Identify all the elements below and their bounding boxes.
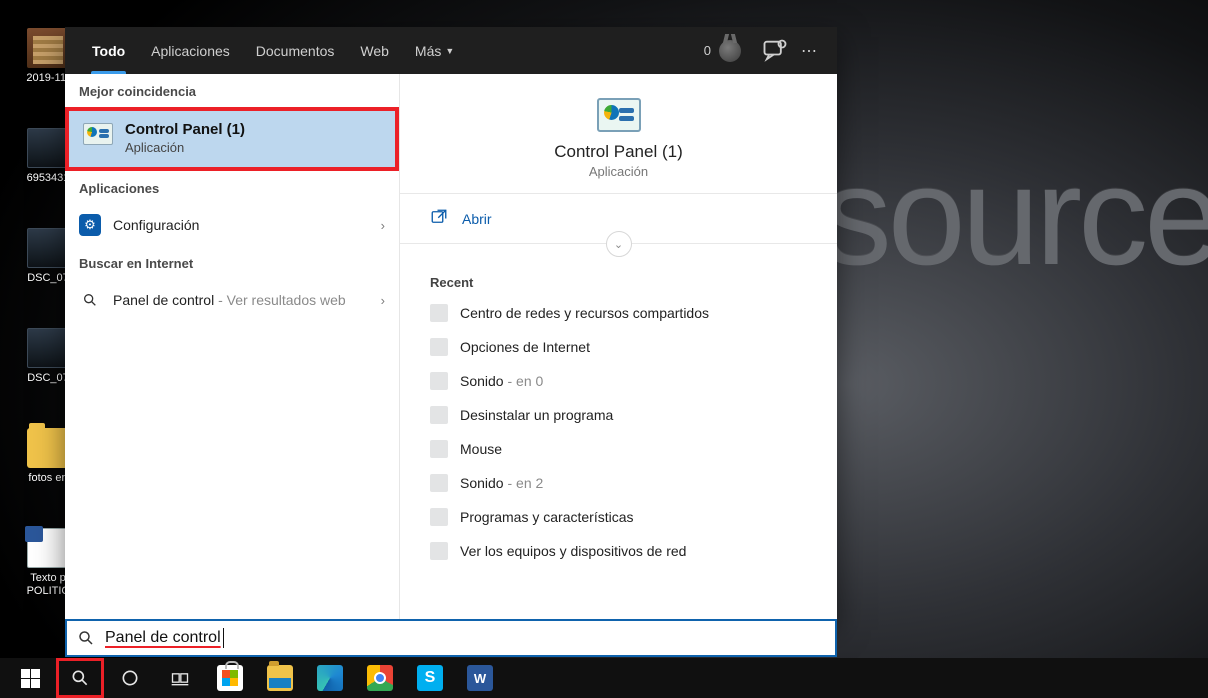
search-tab-aplicaciones[interactable]: Aplicaciones bbox=[138, 27, 243, 74]
placeholder-icon bbox=[430, 338, 448, 356]
expand-actions-button[interactable]: ⌄ bbox=[606, 231, 632, 257]
file-explorer-button[interactable] bbox=[256, 658, 304, 698]
search-tab-más[interactable]: Más▼ bbox=[402, 27, 467, 74]
file-icon bbox=[27, 528, 69, 568]
recent-item-label: Desinstalar un programa bbox=[460, 407, 613, 423]
control-panel-icon bbox=[597, 98, 641, 132]
word-button[interactable]: W bbox=[456, 658, 504, 698]
web-search-result[interactable]: Panel de control - Ver resultados web › bbox=[65, 279, 399, 321]
store-icon bbox=[217, 665, 243, 691]
chevron-right-icon: › bbox=[381, 218, 385, 233]
recent-item-label: Centro de redes y recursos compartidos bbox=[460, 305, 709, 321]
feedback-icon[interactable] bbox=[761, 37, 789, 65]
search-tab-documentos[interactable]: Documentos bbox=[243, 27, 348, 74]
microsoft-store-button[interactable] bbox=[206, 658, 254, 698]
search-input[interactable]: Panel de control bbox=[65, 619, 837, 657]
search-panel: TodoAplicacionesDocumentosWebMás▼ 0 ⋯ Me… bbox=[65, 27, 837, 620]
placeholder-icon bbox=[430, 542, 448, 560]
preview-hero: Control Panel (1) Aplicación bbox=[400, 74, 837, 194]
folder-icon bbox=[267, 665, 293, 691]
file-icon bbox=[27, 28, 69, 68]
settings-result[interactable]: ⚙ Configuración › bbox=[65, 204, 399, 246]
desktop-background: oadsource 2019-11-6953431DSC_07DSC_07fot… bbox=[0, 0, 1208, 698]
recent-item[interactable]: Programas y características bbox=[400, 500, 837, 534]
recent-item-label: Ver los equipos y dispositivos de red bbox=[460, 543, 686, 559]
results-left-pane: Mejor coincidencia Control Panel (1) Apl… bbox=[65, 74, 400, 620]
task-view-button[interactable] bbox=[156, 658, 204, 698]
best-match-title: Control Panel (1) bbox=[125, 121, 245, 138]
rewards-points: 0 bbox=[704, 43, 711, 58]
recent-item-label: Opciones de Internet bbox=[460, 339, 590, 355]
rewards-medal-icon[interactable] bbox=[719, 40, 741, 62]
chevron-right-icon: › bbox=[381, 293, 385, 308]
recent-header: Recent bbox=[400, 257, 837, 296]
cortana-button[interactable] bbox=[106, 658, 154, 698]
start-button[interactable] bbox=[6, 658, 54, 698]
file-icon bbox=[27, 328, 69, 368]
search-internet-header: Buscar en Internet bbox=[65, 246, 399, 279]
skype-icon: S bbox=[417, 665, 443, 691]
best-match-subtitle: Aplicación bbox=[125, 140, 245, 155]
placeholder-icon bbox=[430, 440, 448, 458]
recent-item[interactable]: Mouse bbox=[400, 432, 837, 466]
taskbar: S W bbox=[0, 658, 1208, 698]
placeholder-icon bbox=[430, 474, 448, 492]
preview-right-pane: Control Panel (1) Aplicación Abrir ⌄ Rec… bbox=[400, 74, 837, 620]
recent-item-label: Mouse bbox=[460, 441, 502, 457]
applications-header: Aplicaciones bbox=[65, 171, 399, 204]
recent-item[interactable]: Ver los equipos y dispositivos de red bbox=[400, 534, 837, 568]
preview-title: Control Panel (1) bbox=[400, 142, 837, 162]
recent-item-label: Sonido - en 0 bbox=[460, 373, 543, 389]
best-match-header: Mejor coincidencia bbox=[65, 74, 399, 107]
recent-item[interactable]: Sonido - en 2 bbox=[400, 466, 837, 500]
placeholder-icon bbox=[430, 406, 448, 424]
recent-item-label: Programas y características bbox=[460, 509, 634, 525]
edge-button[interactable] bbox=[306, 658, 354, 698]
gear-icon: ⚙ bbox=[79, 214, 101, 236]
best-match-result[interactable]: Control Panel (1) Aplicación bbox=[65, 107, 399, 171]
chrome-button[interactable] bbox=[356, 658, 404, 698]
word-icon: W bbox=[467, 665, 493, 691]
open-icon bbox=[430, 208, 448, 229]
recent-item-label: Sonido - en 2 bbox=[460, 475, 543, 491]
search-tab-todo[interactable]: Todo bbox=[79, 27, 138, 74]
recent-item[interactable]: Opciones de Internet bbox=[400, 330, 837, 364]
search-tabs: TodoAplicacionesDocumentosWebMás▼ 0 ⋯ bbox=[65, 27, 837, 74]
taskbar-search-button[interactable] bbox=[56, 658, 104, 698]
recent-item[interactable]: Sonido - en 0 bbox=[400, 364, 837, 398]
more-options-icon[interactable]: ⋯ bbox=[795, 37, 823, 65]
search-query-text: Panel de control bbox=[105, 629, 221, 647]
placeholder-icon bbox=[430, 508, 448, 526]
edge-icon bbox=[317, 665, 343, 691]
recent-item[interactable]: Desinstalar un programa bbox=[400, 398, 837, 432]
placeholder-icon bbox=[430, 304, 448, 322]
search-icon bbox=[77, 629, 95, 647]
windows-logo-icon bbox=[21, 669, 40, 688]
text-cursor bbox=[223, 628, 224, 648]
skype-button[interactable]: S bbox=[406, 658, 454, 698]
recent-item[interactable]: Centro de redes y recursos compartidos bbox=[400, 296, 837, 330]
chrome-icon bbox=[367, 665, 393, 691]
file-icon bbox=[27, 428, 69, 468]
placeholder-icon bbox=[430, 372, 448, 390]
control-panel-icon bbox=[83, 123, 113, 145]
preview-subtitle: Aplicación bbox=[400, 164, 837, 179]
file-icon bbox=[27, 128, 69, 168]
search-icon bbox=[79, 289, 101, 311]
caret-down-icon: ▼ bbox=[445, 46, 454, 56]
search-tab-web[interactable]: Web bbox=[347, 27, 402, 74]
file-icon bbox=[27, 228, 69, 268]
